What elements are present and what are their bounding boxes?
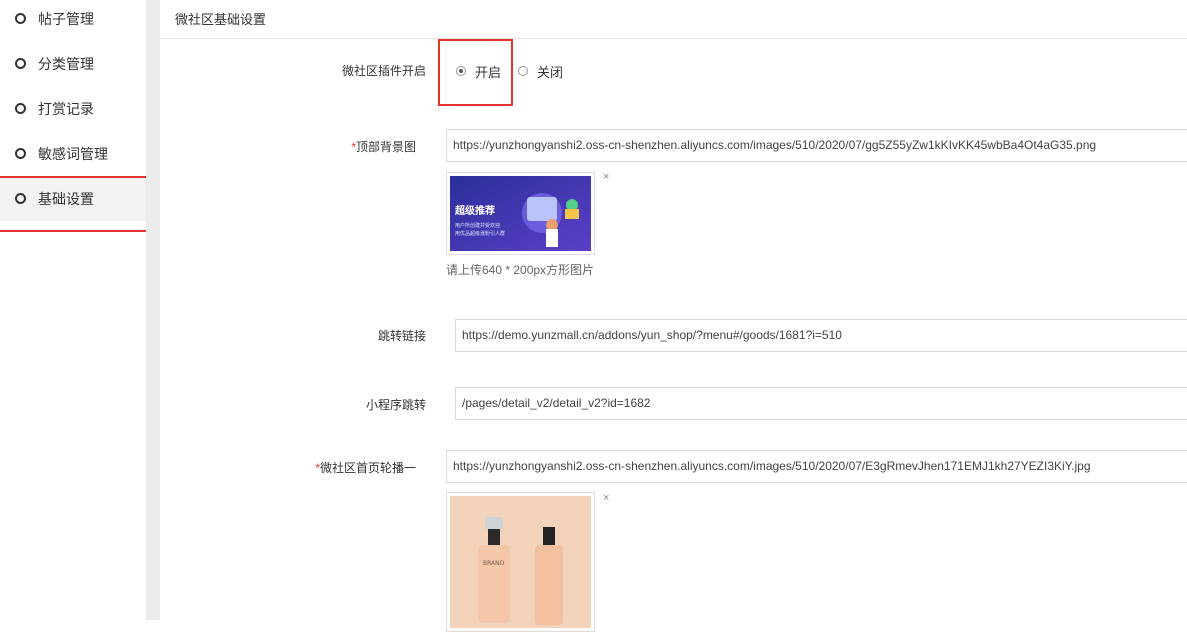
remove-image-icon[interactable]: × [603, 492, 609, 504]
header-bg-label: *顶部背景图 [216, 138, 416, 155]
sidebar-item-sensitive-words[interactable]: 敏感词管理 [0, 131, 146, 176]
sidebar-item-rewards[interactable]: 打赏记录 [0, 86, 146, 131]
radio-off-label[interactable]: 关闭 [537, 62, 563, 81]
banner1-label: *微社区首页轮播一 [216, 459, 416, 476]
header-bg-hint: 请上传640 * 200px方形图片 [446, 263, 595, 277]
circle-icon [15, 103, 26, 114]
header-bg-url-input[interactable]: https://yunzhongyanshi2.oss-cn-shenzhen.… [446, 129, 1187, 162]
circle-icon [15, 58, 26, 69]
radio-dot-icon [459, 69, 463, 73]
promo-banner-image: 超级推荐 用户所创建并受欢迎 用优品超级涨粉引人群 [450, 176, 591, 251]
panel-title: 微社区基础设置 [175, 12, 267, 27]
banner1-url-input[interactable]: https://yunzhongyanshi2.oss-cn-shenzhen.… [446, 450, 1187, 483]
radio-on-label[interactable]: 开启 [475, 62, 501, 81]
mini-program-input[interactable]: /pages/detail_v2/detail_v2?id=1682 [455, 387, 1187, 420]
circle-icon [15, 148, 26, 159]
jump-link-label: 跳转链接 [377, 329, 426, 343]
sidebar-item-categories[interactable]: 分类管理 [0, 41, 146, 86]
annotation-highlight-box [0, 176, 161, 232]
product-bottles-image: BRAND [450, 496, 591, 628]
remove-image-icon[interactable]: × [603, 171, 609, 183]
sidebar: 帖子管理 分类管理 打赏记录 敏感词管理 基础设置 [0, 0, 146, 620]
sidebar-item-label: 帖子管理 [38, 10, 94, 27]
thumb-title: 超级推荐 [454, 204, 495, 217]
radio-off[interactable] [518, 66, 528, 76]
banner1-thumbnail: BRAND [446, 492, 595, 632]
header-bg-thumbnail: 超级推荐 用户所创建并受欢迎 用优品超级涨粉引人群 [446, 172, 595, 255]
sidebar-item-label: 敏感词管理 [38, 145, 108, 162]
thumb-line: 用户所创建并受欢迎 [455, 222, 500, 229]
sidebar-item-posts[interactable]: 帖子管理 [0, 0, 146, 41]
divider [160, 38, 1187, 39]
header-bg-label-text: 顶部背景图 [355, 140, 416, 154]
banner1-label-text: 微社区首页轮播一 [319, 461, 416, 475]
plugin-switch-label: 微社区插件开启 [341, 64, 426, 78]
mini-program-label: 小程序跳转 [365, 398, 426, 412]
sidebar-item-label: 分类管理 [38, 55, 94, 72]
circle-icon [15, 13, 26, 24]
main-panel: 微社区基础设置 微社区插件开启 开启 关闭 *顶部背景图 https://yun… [160, 0, 1187, 632]
radio-on[interactable] [456, 66, 466, 76]
sidebar-item-label: 打赏记录 [38, 100, 94, 117]
thumb-brand-text: BRAND [483, 560, 505, 567]
thumb-line: 用优品超级涨粉引人群 [455, 230, 505, 237]
content-gutter [146, 0, 160, 620]
jump-link-input[interactable]: https://demo.yunzmall.cn/addons/yun_shop… [455, 319, 1187, 352]
